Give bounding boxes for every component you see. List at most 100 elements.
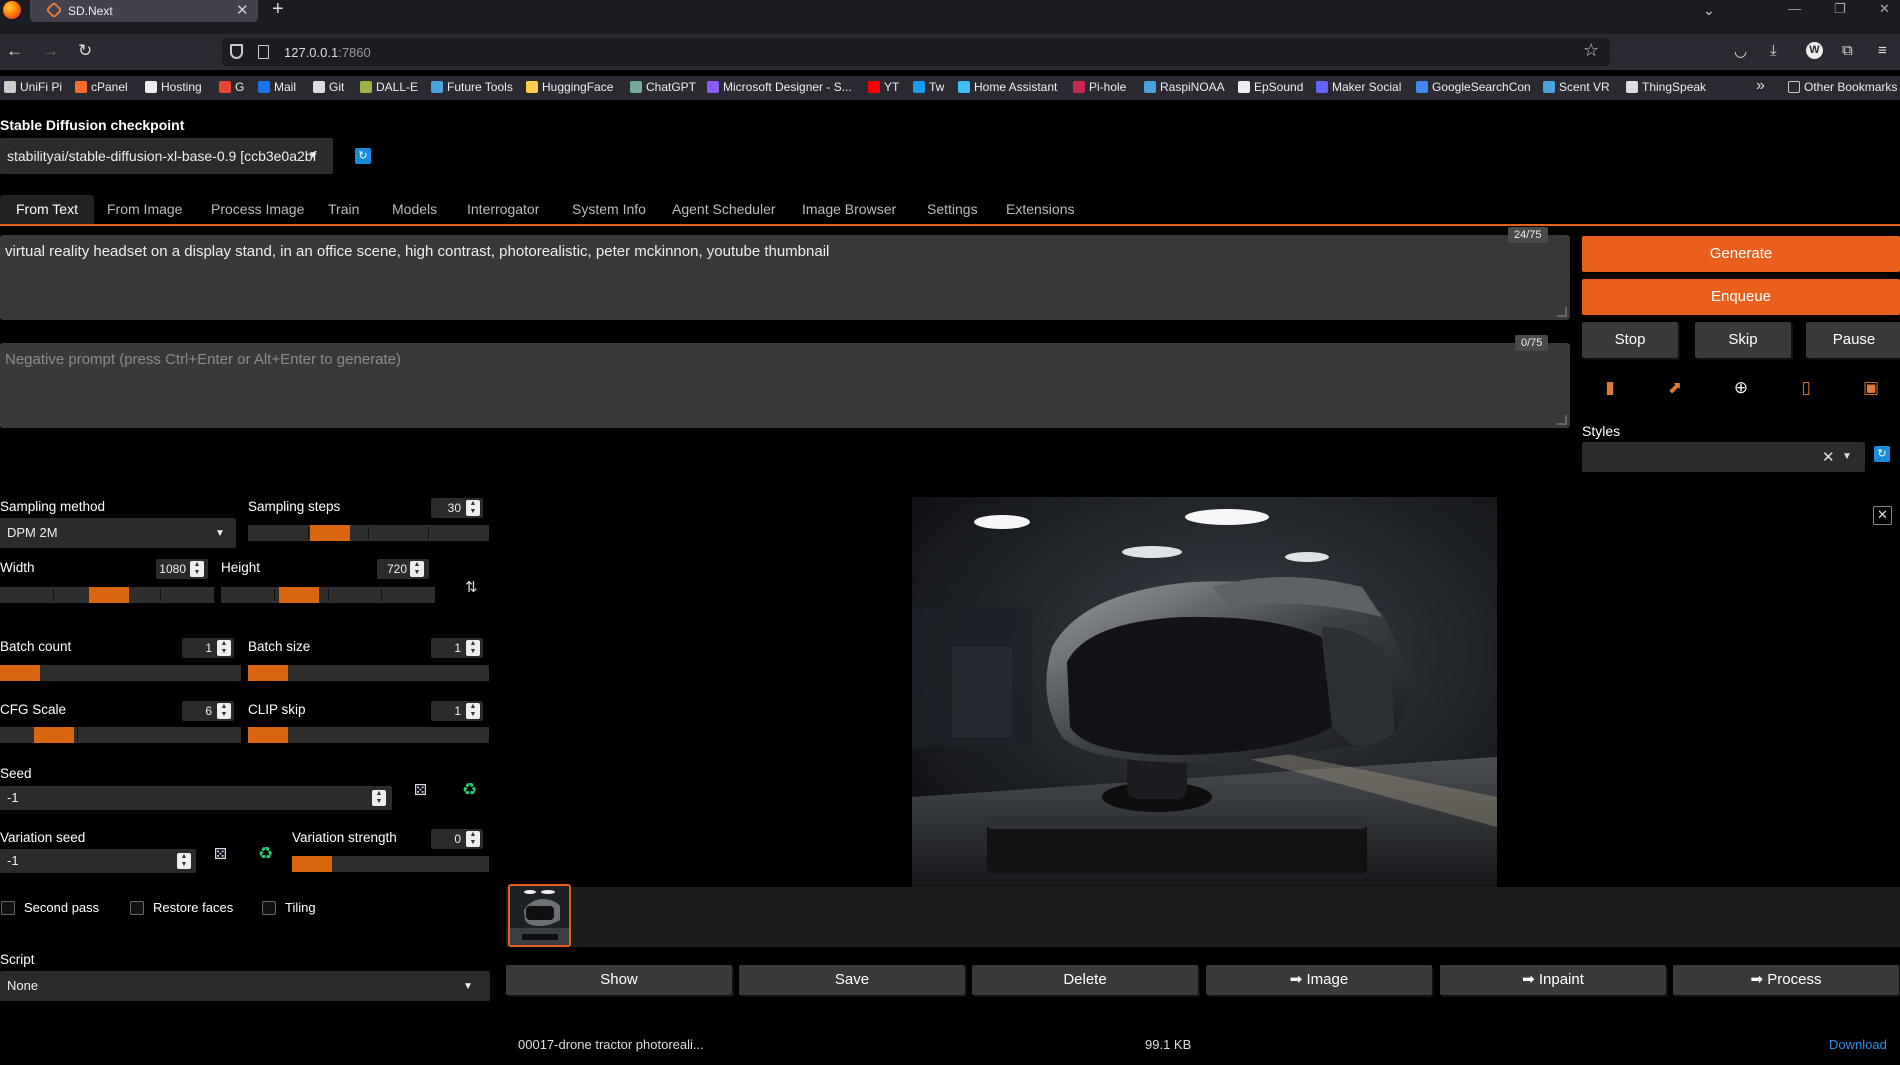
reuse-seed-icon[interactable]: ♻	[462, 780, 477, 800]
bookmark-item[interactable]: Pi-hole	[1073, 80, 1126, 94]
delete-button[interactable]: Delete	[972, 965, 1198, 995]
tiling-checkbox[interactable]	[262, 901, 276, 915]
bookmark-star-icon[interactable]: ☆	[1583, 40, 1599, 61]
globe-icon[interactable]: ⊕	[1732, 378, 1750, 398]
other-bookmarks[interactable]: Other Bookmarks	[1788, 80, 1897, 94]
generated-image[interactable]	[912, 497, 1497, 887]
clipboard-icon[interactable]: ▯	[1797, 378, 1815, 398]
resize-grip-icon[interactable]	[1557, 307, 1567, 317]
spinner-icon[interactable]: ▲ ▼	[190, 561, 204, 577]
random-seed-dice-icon[interactable]: ⚄	[414, 781, 427, 799]
height-slider[interactable]	[221, 587, 435, 603]
spinner-icon[interactable]: ▲ ▼	[372, 790, 386, 806]
tab-from-image[interactable]: From Image	[91, 195, 198, 225]
reload-icon[interactable]: ↻	[78, 41, 92, 61]
browser-tab[interactable]	[30, 0, 258, 22]
bookmark-item[interactable]: Future Tools	[431, 80, 513, 94]
close-window-icon[interactable]: ✕	[1879, 1, 1890, 17]
bookmark-item[interactable]: Hosting	[145, 80, 202, 94]
variation-strength-slider[interactable]	[292, 856, 489, 872]
pause-button[interactable]: Pause	[1806, 322, 1900, 358]
sampling-method-select[interactable]: DPM 2M	[0, 518, 236, 548]
forward-icon[interactable]: →	[42, 41, 59, 61]
save-button[interactable]: Save	[739, 965, 965, 995]
spinner-icon[interactable]: ▲ ▼	[466, 703, 480, 719]
stop-button[interactable]: Stop	[1582, 322, 1678, 358]
bookmark-item[interactable]: GoogleSearchCon	[1416, 80, 1531, 94]
firefox-logo-icon[interactable]	[3, 1, 21, 19]
spinner-icon[interactable]: ▲ ▼	[177, 853, 191, 869]
reuse-variation-seed-icon[interactable]: ♻	[258, 844, 273, 864]
seed-input[interactable]: -1	[0, 786, 392, 810]
profile-avatar[interactable]: W	[1806, 42, 1823, 59]
resize-grip-icon[interactable]	[1557, 415, 1567, 425]
extensions-icon[interactable]: ⧉	[1842, 42, 1853, 59]
save-style-icon[interactable]: ▣	[1862, 378, 1880, 398]
script-select[interactable]: None	[0, 971, 490, 1001]
send-to-inpaint-button[interactable]: ➡ Inpaint	[1440, 965, 1666, 995]
tab-models[interactable]: Models	[376, 195, 453, 225]
bookmark-item[interactable]: ThingSpeak	[1626, 80, 1706, 94]
random-variation-dice-icon[interactable]: ⚄	[214, 845, 227, 863]
close-preview-icon[interactable]: ✕	[1873, 506, 1892, 525]
tab-extensions[interactable]: Extensions	[990, 195, 1090, 225]
list-tabs-icon[interactable]: ⌄	[1703, 2, 1715, 19]
tab-from-text[interactable]: From Text	[0, 195, 94, 225]
batch-size-slider[interactable]	[248, 665, 489, 681]
send-to-process-button[interactable]: ➡ Process	[1673, 965, 1899, 995]
minimize-icon[interactable]: —	[1788, 1, 1801, 16]
bookmark-item[interactable]: Home Assistant	[958, 80, 1057, 94]
spinner-icon[interactable]: ▲ ▼	[410, 561, 424, 577]
bookmark-item[interactable]: HuggingFace	[526, 80, 613, 94]
cfg-scale-slider[interactable]	[0, 727, 241, 743]
clear-styles-icon[interactable]: ✕	[1822, 448, 1835, 466]
bookmark-item[interactable]: Scent VR	[1543, 80, 1610, 94]
send-to-image-button[interactable]: ➡ Image	[1206, 965, 1432, 995]
bookmark-item[interactable]: G	[219, 80, 244, 94]
spinner-icon[interactable]: ▲ ▼	[466, 831, 480, 847]
bookmark-item[interactable]: cPanel	[75, 80, 128, 94]
restore-icon[interactable]: ❐	[1834, 1, 1846, 17]
spinner-icon[interactable]: ▲ ▼	[466, 500, 480, 516]
back-icon[interactable]: ←	[6, 41, 23, 61]
clip-skip-slider[interactable]	[248, 727, 489, 743]
width-slider[interactable]	[0, 587, 214, 603]
pocket-icon[interactable]: ◡	[1734, 42, 1747, 60]
generate-button[interactable]: Generate	[1582, 236, 1900, 272]
refresh-checkpoint-icon[interactable]: ↻	[355, 148, 371, 164]
sampling-steps-slider[interactable]	[248, 525, 489, 541]
bookmark-item[interactable]: Git	[313, 80, 344, 94]
bookmark-item[interactable]: RaspiNOAA	[1144, 80, 1225, 94]
prompt-input[interactable]	[0, 235, 1570, 320]
tab-interrogator[interactable]: Interrogator	[451, 195, 555, 225]
downloads-icon[interactable]: ⤓	[1770, 42, 1777, 59]
gallery-thumbnail[interactable]	[508, 884, 571, 947]
bookmark-item[interactable]: Maker Social	[1316, 80, 1401, 94]
tab-process-image[interactable]: Process Image	[195, 195, 320, 225]
negative-prompt-input[interactable]	[0, 343, 1570, 428]
bookmark-item[interactable]: EpSound	[1238, 80, 1303, 94]
url-text[interactable]: 127.0.0.1:7860	[284, 45, 371, 60]
variation-seed-input[interactable]: -1	[0, 849, 196, 873]
tab-agent-scheduler[interactable]: Agent Scheduler	[656, 195, 792, 225]
swap-dimensions-icon[interactable]: ⇅	[465, 578, 478, 596]
tab-settings[interactable]: Settings	[911, 195, 994, 225]
download-link[interactable]: Download	[1829, 1037, 1887, 1052]
tracking-shield-icon[interactable]	[230, 44, 243, 59]
spinner-icon[interactable]: ▲ ▼	[217, 703, 231, 719]
second-pass-checkbox[interactable]	[1, 901, 15, 915]
more-bookmarks-icon[interactable]: »	[1756, 77, 1765, 95]
tab-close-icon[interactable]: ✕	[236, 1, 249, 19]
batch-count-slider[interactable]	[0, 665, 241, 681]
bookmark-item[interactable]: Tw	[913, 80, 944, 94]
bookmark-item[interactable]: UniFi Pi	[4, 80, 62, 94]
bookmark-item[interactable]: YT	[868, 80, 899, 94]
refresh-styles-icon[interactable]: ↻	[1874, 446, 1890, 462]
skip-button[interactable]: Skip	[1695, 322, 1791, 358]
bookmark-item[interactable]: DALL-E	[360, 80, 418, 94]
tab-system-info[interactable]: System Info	[556, 195, 662, 225]
menu-icon[interactable]: ≡	[1878, 42, 1887, 59]
bookmark-item[interactable]: Mail	[258, 80, 296, 94]
spinner-icon[interactable]: ▲ ▼	[466, 640, 480, 656]
page-info-icon[interactable]	[258, 45, 269, 59]
